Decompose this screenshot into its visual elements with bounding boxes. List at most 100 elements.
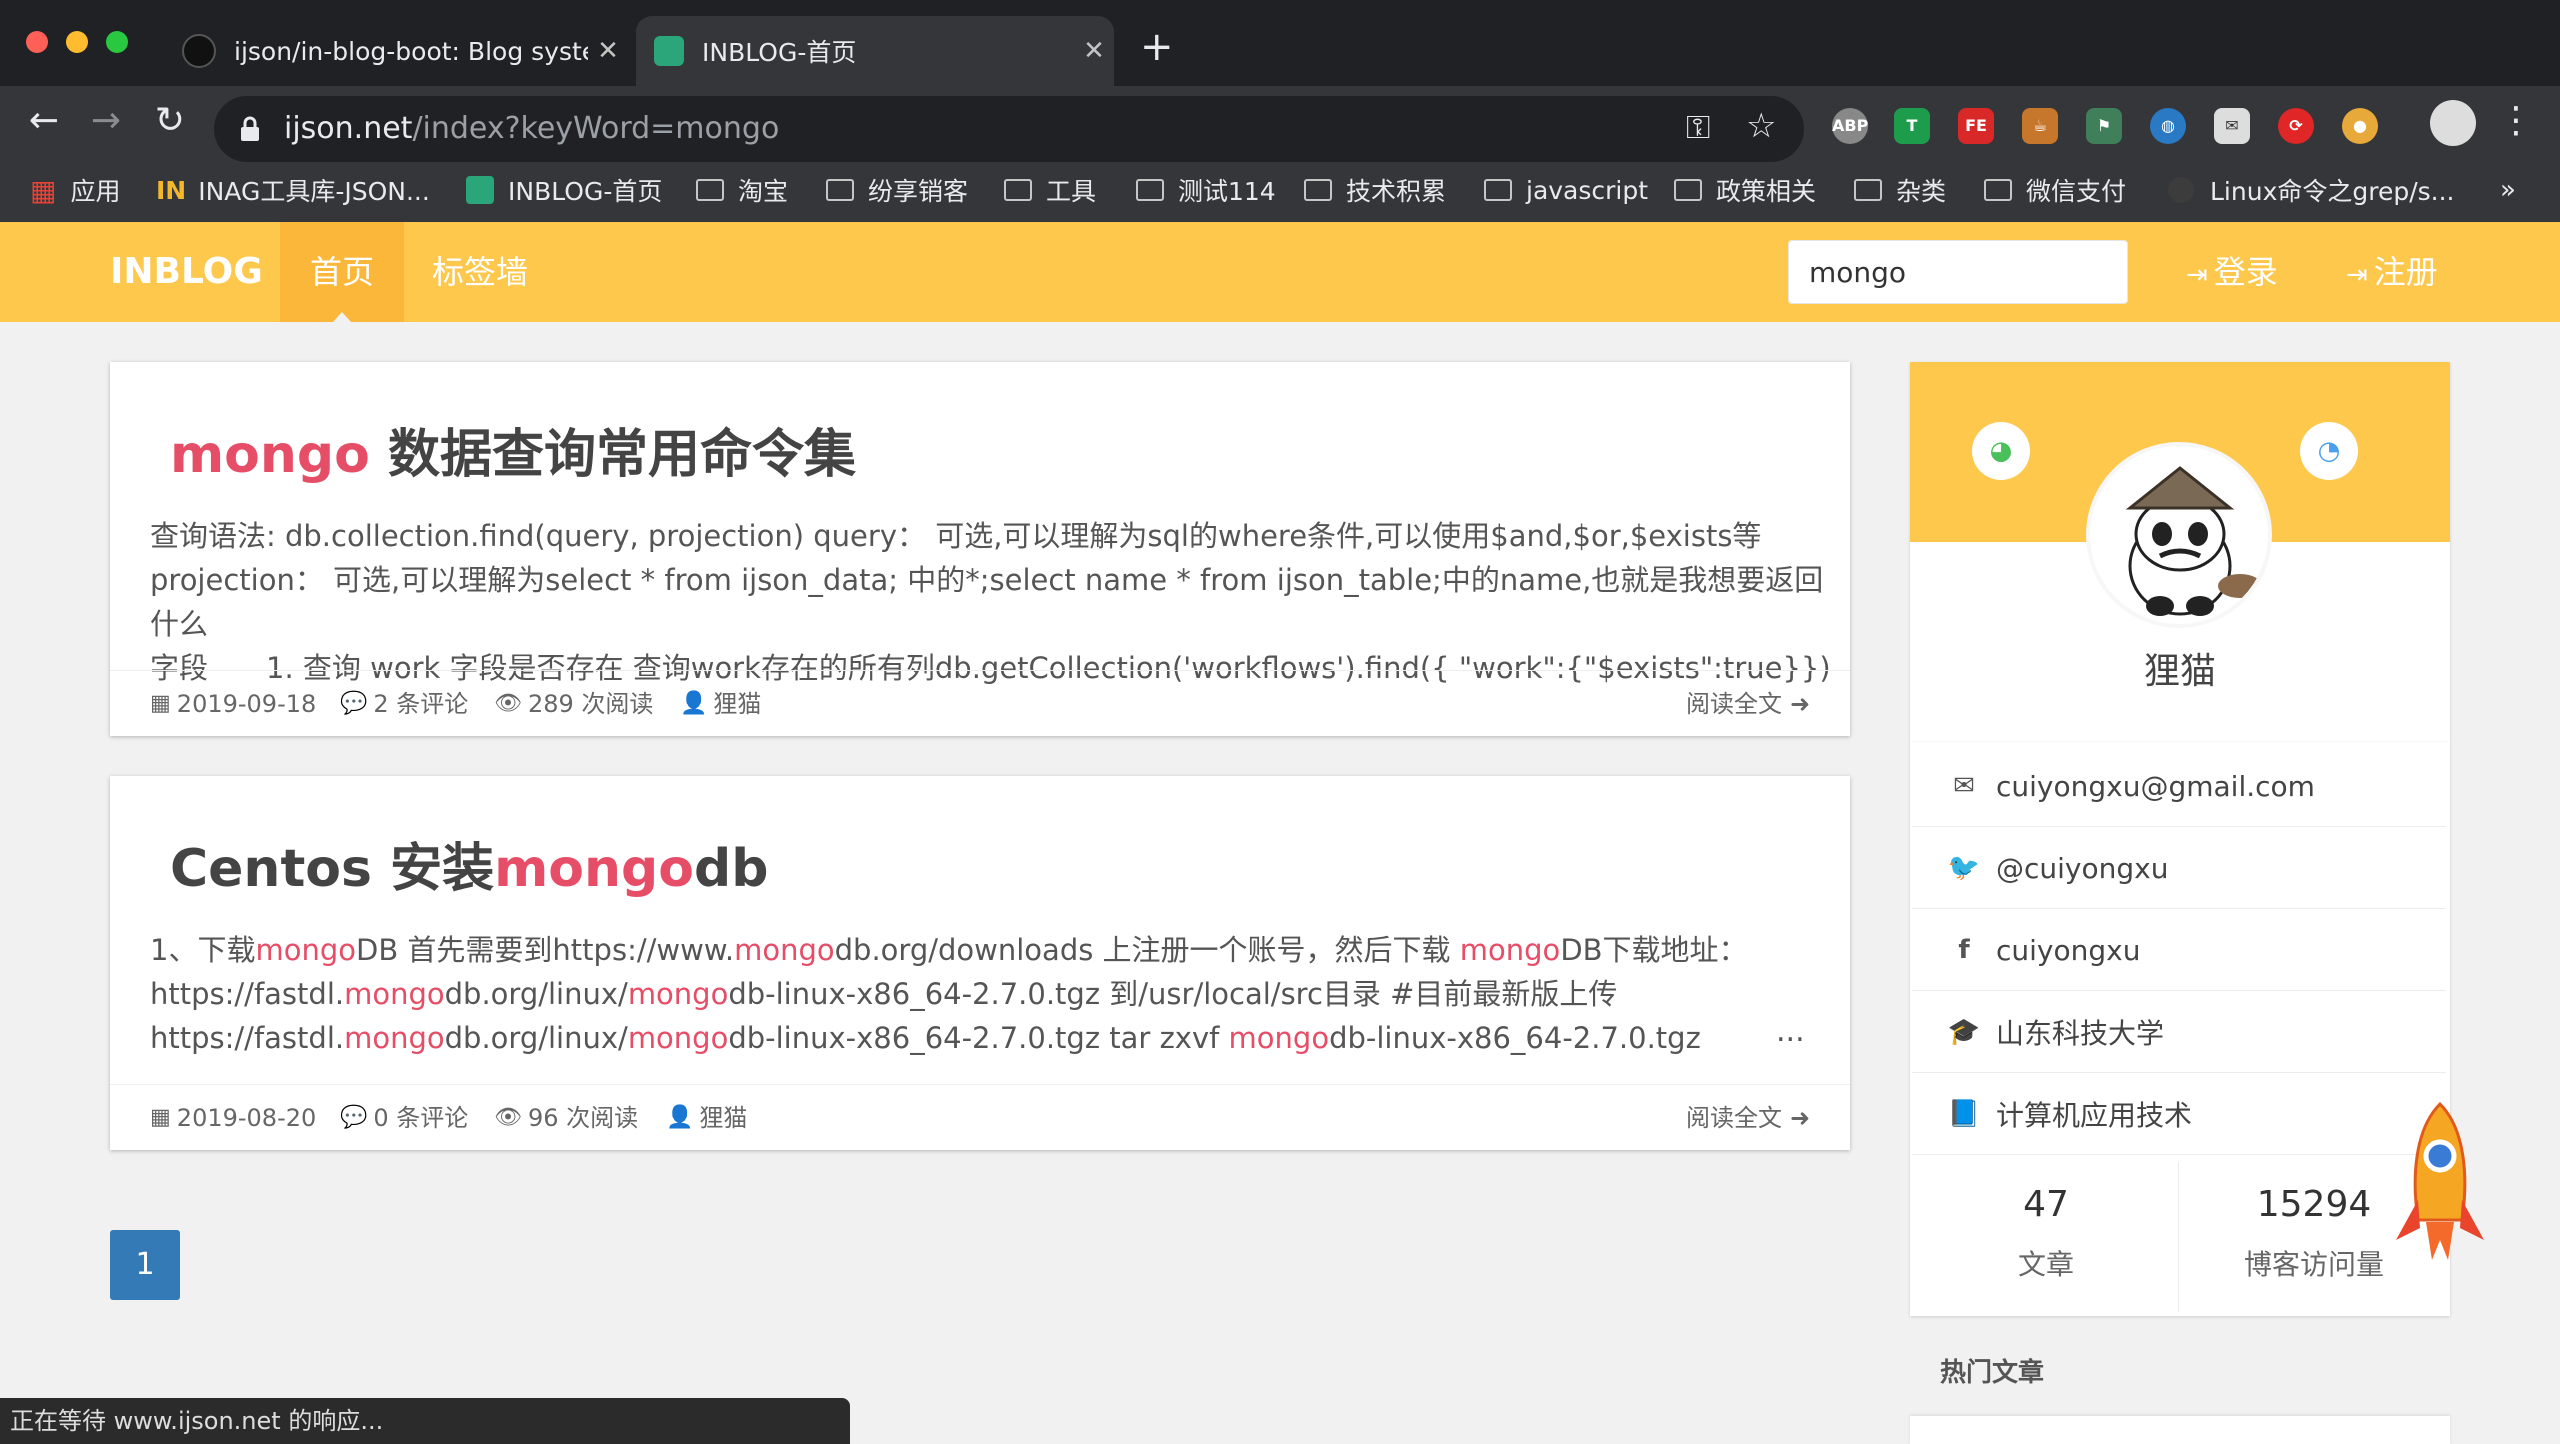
bookmark-folder[interactable]: 测试114 — [1136, 166, 1276, 214]
key-icon[interactable]: ⚿ — [1686, 108, 1710, 147]
sync-extension-icon[interactable]: ⟳ — [2278, 108, 2314, 144]
window-minimize-button[interactable] — [66, 31, 88, 53]
tab-title: ijson/in-blog-boot: Blog system — [234, 36, 588, 66]
java-extension-icon[interactable]: ☕ — [2022, 108, 2058, 144]
folder-icon — [1136, 179, 1164, 201]
wechat-icon[interactable]: ◕ — [1972, 422, 2030, 480]
weibo-icon[interactable]: ◔ — [2300, 422, 2358, 480]
bookmark-folder[interactable]: 纷享销客 — [826, 166, 968, 214]
views-text: 96 次阅读 — [527, 1104, 639, 1132]
bookmark-label: 纷享销客 — [868, 177, 969, 206]
folder-icon — [1984, 179, 2012, 201]
author-text: 狸猫 — [699, 1104, 748, 1132]
article-title[interactable]: mongo 数据查询常用命令集 — [170, 412, 856, 487]
tab-inblog[interactable]: INBLOG-首页 ✕ — [636, 16, 1114, 86]
new-tab-button[interactable]: + — [1140, 24, 1174, 70]
meta-author: 👤 狸猫 — [680, 671, 761, 737]
bookmark-folder[interactable]: 微信支付 — [1984, 166, 2126, 214]
fe-extension-icon[interactable]: FE — [1958, 108, 1994, 144]
tab-github[interactable]: ijson/in-blog-boot: Blog system ✕ — [168, 16, 628, 86]
date-text: 2019-09-18 — [176, 690, 317, 718]
back-arrow-icon[interactable]: ← — [14, 100, 74, 141]
meta-author: 👤 狸猫 — [666, 1085, 747, 1151]
bookmark-folder[interactable]: 技术积累 — [1304, 166, 1446, 214]
chevron-circle-right-icon: ➜ — [1790, 690, 1811, 718]
color-extension-icon[interactable]: ● — [2342, 108, 2378, 144]
inblog-favicon-icon — [466, 176, 494, 204]
article-title[interactable]: Centos 安装mongodb — [170, 826, 768, 901]
url-path: /index?keyWord=mongo — [412, 111, 780, 146]
globe-extension-icon[interactable]: ◍ — [2150, 108, 2186, 144]
bookmark-inblog[interactable]: INBLOG-首页 — [466, 166, 662, 214]
register-link[interactable]: ⇥ 注册 — [2346, 222, 2438, 325]
article-card: mongo 数据查询常用命令集 查询语法: db.collection.find… — [110, 362, 1850, 736]
adblock-extension-icon[interactable]: ABP — [1832, 108, 1868, 144]
bookmark-label: 应用 — [70, 177, 121, 206]
facebook-text: cuiyongxu — [1996, 933, 2141, 967]
read-more-link[interactable]: 阅读全文 ➜ — [1686, 1085, 1810, 1151]
address-bar[interactable]: ijson.net/index?keyWord=mongo ⚿ ☆ — [214, 96, 1804, 162]
extension-icon[interactable]: ⚑ — [2086, 108, 2122, 144]
meta-date: ▦ 2019-08-20 — [150, 1085, 316, 1151]
tab-title: INBLOG-首页 — [702, 38, 857, 67]
star-icon[interactable]: ☆ — [1746, 106, 1776, 146]
user-icon: 👤 — [666, 1105, 694, 1130]
meta-views: 👁 289 次阅读 — [494, 671, 653, 737]
bookmark-folder[interactable]: javascript — [1484, 166, 1648, 214]
author-text: 狸猫 — [713, 690, 762, 718]
search-input[interactable] — [1788, 240, 2128, 304]
profile-avatar-icon[interactable] — [2430, 100, 2476, 146]
forward-arrow-icon[interactable]: → — [76, 100, 136, 141]
article-excerpt: 1、下载mongoDB 首先需要到https://www.mongodb.org… — [150, 928, 1830, 1060]
tab-close-icon[interactable]: ✕ — [1074, 36, 1114, 66]
article-footer: ▦ 2019-09-18 💬 2 条评论 👁 289 次阅读 👤 狸猫 阅读全文 ➜ — [110, 670, 1850, 737]
bookmark-label: javascript — [1526, 175, 1649, 205]
excerpt-line: 查询语法: db.collection.find(query, projecti… — [150, 519, 1762, 553]
nav-tags[interactable]: 标签墙 — [432, 222, 528, 322]
comment-icon: 💬 — [340, 691, 368, 716]
window-close-button[interactable] — [26, 31, 48, 53]
views-text: 289 次阅读 — [527, 690, 654, 718]
bookmark-folder[interactable]: 政策相关 — [1674, 166, 1816, 214]
article-footer: ▦ 2019-08-20 💬 0 条评论 👁 96 次阅读 👤 狸猫 阅读全文 ➜ — [110, 1084, 1850, 1151]
bookmarks-overflow-icon[interactable]: » — [2500, 166, 2516, 214]
bookmark-apps[interactable]: ▦ 应用 — [30, 166, 120, 214]
stat-articles: 47 文章 — [1912, 1158, 2180, 1312]
nav-home[interactable]: 首页 — [280, 222, 404, 322]
login-link[interactable]: ⇥ 登录 — [2186, 222, 2278, 325]
meta-views: 👁 96 次阅读 — [494, 1085, 638, 1151]
excerpt-line: 1、下载mongoDB 首先需要到https://www.mongodb.org… — [150, 933, 1748, 967]
reload-icon[interactable]: ↻ — [140, 100, 200, 141]
bookmark-label: 政策相关 — [1716, 177, 1817, 206]
bookmark-label: INBLOG-首页 — [508, 177, 663, 206]
info-facebook[interactable]: f cuiyongxu — [1912, 910, 2446, 991]
register-label: 注册 — [2373, 253, 2438, 291]
info-email[interactable]: ✉ cuiyongxu@gmail.com — [1912, 746, 2446, 827]
read-more-label: 阅读全文 — [1686, 690, 1782, 718]
mail-extension-icon[interactable]: ✉ — [2214, 108, 2250, 144]
t-extension-icon[interactable]: T — [1894, 108, 1930, 144]
comment-icon: 💬 — [340, 1105, 368, 1130]
window-maximize-button[interactable] — [106, 31, 128, 53]
bookmark-label: 工具 — [1046, 177, 1097, 206]
pagination-page-1[interactable]: 1 — [110, 1230, 180, 1300]
bookmark-folder[interactable]: 淘宝 — [696, 166, 788, 214]
read-more-link[interactable]: 阅读全文 ➜ — [1686, 671, 1810, 737]
info-twitter[interactable]: 🐦 @cuiyongxu — [1912, 828, 2446, 909]
bookmark-folder[interactable]: 工具 — [1004, 166, 1096, 214]
bookmark-folder[interactable]: 杂类 — [1854, 166, 1946, 214]
tab-close-icon[interactable]: ✕ — [588, 36, 628, 66]
menu-dots-icon[interactable]: ⋮ — [2486, 100, 2546, 141]
stat-divider — [2178, 1162, 2179, 1312]
excerpt-line: https://fastdl.mongodb.org/linux/mongodb… — [150, 1021, 1701, 1055]
browser-status-bar: 正在等待 www.ijson.net 的响应... — [0, 1398, 850, 1444]
bookmark-inag[interactable]: IN INAG工具库-JSON... — [156, 166, 430, 214]
rocket-icon[interactable] — [2392, 1100, 2488, 1270]
title-text: db — [693, 839, 769, 899]
meta-date: ▦ 2019-09-18 — [150, 671, 316, 737]
bookmark-linux-grep[interactable]: Linux命令之grep/s... — [2168, 166, 2455, 214]
excerpt-line: projection： 可选,可以理解为select * from ijson_… — [150, 563, 1824, 641]
title-text: Centos 安装 — [170, 839, 495, 899]
folder-icon — [1674, 179, 1702, 201]
site-brand[interactable]: INBLOG — [110, 222, 263, 322]
